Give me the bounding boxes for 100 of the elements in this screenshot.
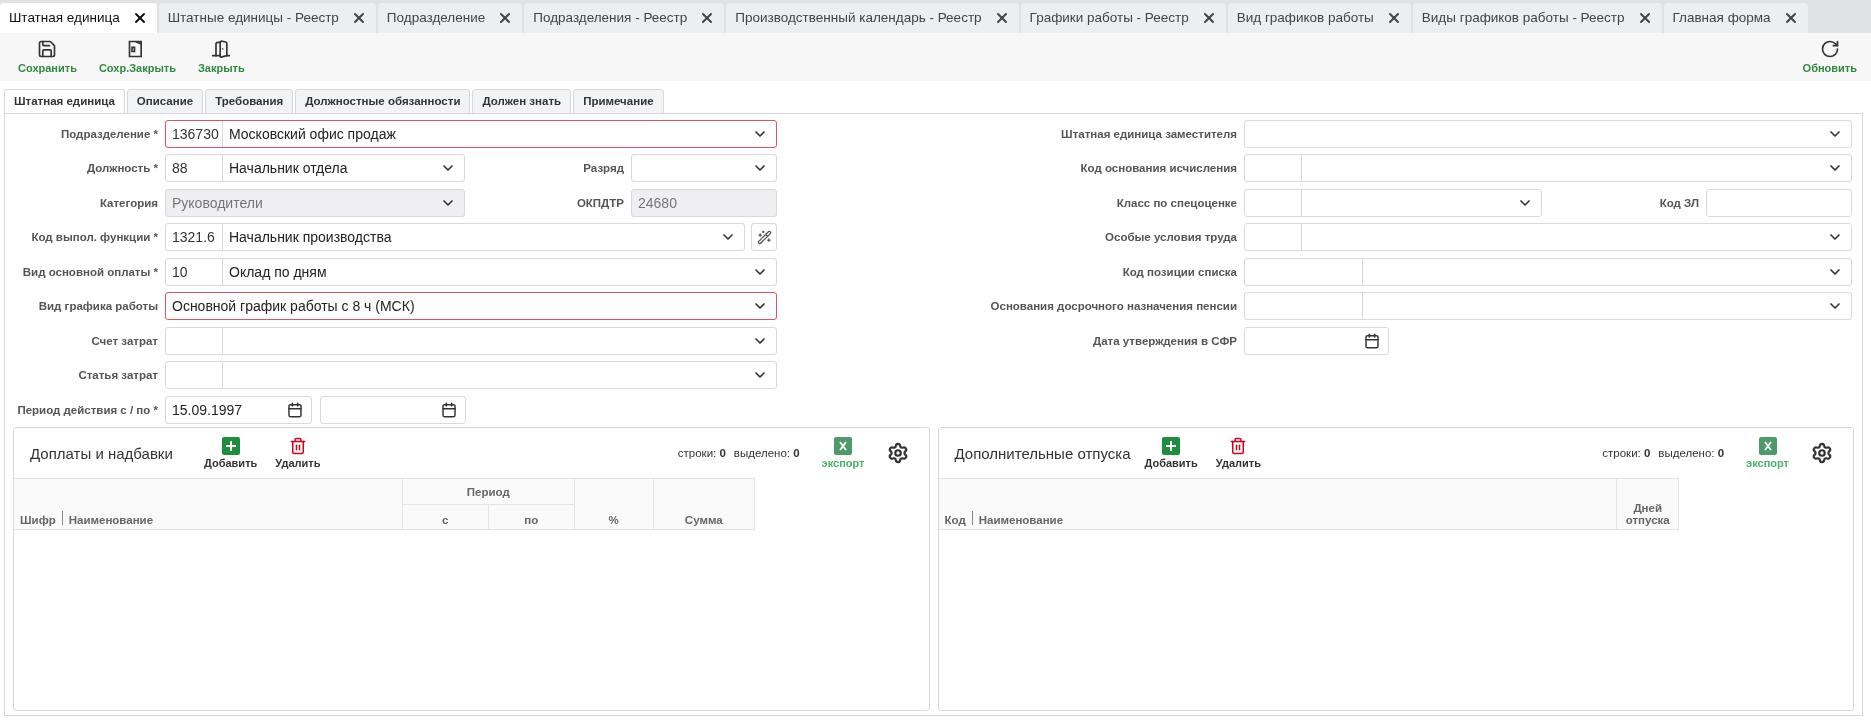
- toolbar-button[interactable]: Сохранить: [18, 39, 77, 75]
- field-label: Статья затрат: [77, 369, 159, 382]
- tab-title: Главная форма: [1672, 10, 1771, 26]
- tab-title: Подразделение: [386, 10, 486, 26]
- document-tab[interactable]: Виды графиков работы - Реестр: [1412, 3, 1662, 33]
- field-label: Штатная единица заместителя: [1060, 127, 1238, 140]
- tab-title: Штатные единицы - Реестр: [167, 10, 339, 26]
- column-header[interactable]: Наименование: [68, 514, 154, 526]
- plus-icon: [1162, 437, 1181, 455]
- form-tab[interactable]: Требования: [205, 88, 294, 114]
- column-header[interactable]: Дней отпуска: [1617, 502, 1679, 526]
- document-tab[interactable]: Штатная единица: [0, 3, 157, 33]
- calendar-icon: [1364, 332, 1380, 349]
- date-field[interactable]: [320, 395, 466, 424]
- document-tab[interactable]: Производственный календарь - Реестр: [726, 3, 1019, 33]
- field-label: Счет затрат: [90, 334, 159, 347]
- code-select-field[interactable]: [1244, 154, 1852, 183]
- tab-title: Подразделения - Реестр: [533, 10, 688, 26]
- trash-icon: [1229, 437, 1248, 455]
- field-value: Оклад по дням: [229, 263, 327, 280]
- field-label: Период действия с / по *: [16, 403, 159, 416]
- code-select-field[interactable]: 136730 Московский офис продаж: [165, 119, 777, 148]
- code-select-field[interactable]: [165, 326, 777, 355]
- code-value: 1321.6: [172, 229, 215, 246]
- settings-icon[interactable]: [1811, 442, 1833, 464]
- panel-title: Доплаты и надбавки: [30, 444, 174, 462]
- code-select-field[interactable]: 88 Начальник отдела: [165, 154, 465, 183]
- save-icon: [37, 39, 58, 60]
- selected-count: выделено: 0: [1658, 447, 1725, 459]
- form-tab[interactable]: Описание: [126, 88, 204, 114]
- spreadsheet-icon: [1758, 437, 1777, 455]
- code-select-field[interactable]: [1244, 257, 1852, 286]
- select-field[interactable]: Основной график работы с 8 ч (МСК): [165, 292, 777, 321]
- form-tab[interactable]: Должностные обязанности: [295, 88, 471, 114]
- document-tab[interactable]: Штатные единицы - Реестр: [158, 3, 376, 33]
- plus-icon: [221, 437, 240, 455]
- panel-button[interactable]: Добавить: [1144, 437, 1198, 469]
- column-header[interactable]: Сумма: [684, 514, 723, 526]
- code-select-field[interactable]: [1244, 223, 1852, 252]
- panel-button[interactable]: Удалить: [1215, 437, 1261, 469]
- field-label: Класс по спецоценке: [1115, 196, 1238, 209]
- tab-title: Графики работы - Реестр: [1029, 10, 1189, 26]
- field-label: Вид основной оплаты *: [21, 265, 159, 278]
- field-label: Разряд: [582, 162, 625, 175]
- date-field[interactable]: [1244, 326, 1389, 355]
- code-value: 136730: [172, 125, 219, 142]
- form-tab[interactable]: Штатная единица: [4, 88, 125, 114]
- field-value: 24680: [638, 194, 677, 211]
- code-select-field[interactable]: [1244, 292, 1852, 321]
- door-icon: [211, 39, 232, 60]
- magic-wand-icon: [756, 229, 772, 245]
- tab-title: Вид графиков работы: [1236, 10, 1374, 26]
- code-select-field[interactable]: 1321.6 Начальник производства: [165, 223, 745, 252]
- document-tab[interactable]: Главная форма: [1663, 3, 1808, 33]
- column-header[interactable]: %: [608, 514, 619, 526]
- column-group-header: Период: [466, 485, 510, 498]
- column-header[interactable]: по: [524, 514, 539, 526]
- select-field[interactable]: [631, 154, 777, 183]
- field-label: Вид графика работы: [37, 300, 159, 313]
- tab-title: Виды графиков работы - Реестр: [1421, 10, 1625, 26]
- panel-title: Дополнительные отпуска: [954, 444, 1131, 462]
- row-count: строки: 0: [677, 447, 726, 459]
- code-value: 10: [172, 263, 188, 280]
- code-select-field[interactable]: [165, 361, 777, 390]
- form-tab[interactable]: Примечание: [573, 88, 664, 114]
- column-header[interactable]: с: [442, 514, 449, 526]
- column-header[interactable]: Код: [944, 514, 966, 526]
- field-label: Особые условия труда: [1104, 231, 1238, 244]
- row-count: строки: 0: [1602, 447, 1651, 459]
- toolbar-button[interactable]: Обновить: [1802, 39, 1857, 75]
- panel-button[interactable]: Добавить: [204, 437, 258, 469]
- document-tab[interactable]: Графики работы - Реестр: [1020, 3, 1226, 33]
- text-field[interactable]: [1706, 188, 1852, 217]
- document-tab[interactable]: Подразделения - Реестр: [524, 3, 725, 33]
- field-label: Подразделение *: [59, 127, 159, 140]
- tab-title: Штатная единица: [9, 10, 120, 26]
- field-label: Категория: [98, 196, 159, 209]
- column-header[interactable]: Наименование: [978, 514, 1064, 526]
- field-label: Код основания исчисления: [1079, 162, 1238, 175]
- code-select-field[interactable]: 10 Оклад по дням: [165, 257, 777, 286]
- select-field[interactable]: [1244, 119, 1852, 148]
- wand-button[interactable]: [751, 223, 777, 252]
- field-value: Основной график работы с 8 ч (МСК): [172, 298, 415, 315]
- calendar-icon: [441, 401, 457, 418]
- toolbar-button[interactable]: Закрыть: [197, 39, 245, 75]
- document-tab[interactable]: Подразделение: [377, 3, 523, 33]
- field-label: Код позиции списка: [1121, 265, 1238, 278]
- field-value: 15.09.1997: [172, 401, 243, 418]
- field-label: Должность *: [85, 162, 159, 175]
- field-value: Начальник производства: [229, 229, 392, 246]
- form-tab[interactable]: Должен знать: [472, 88, 572, 114]
- toolbar-button[interactable]: Сохр.Закрыть: [98, 39, 176, 75]
- date-field[interactable]: 15.09.1997: [165, 395, 312, 424]
- settings-icon[interactable]: [886, 442, 909, 464]
- document-tab[interactable]: Вид графиков работы: [1227, 3, 1411, 33]
- tab-title: Производственный календарь - Реестр: [735, 10, 982, 26]
- trash-icon: [288, 437, 307, 455]
- code-select-field[interactable]: [1244, 188, 1542, 217]
- column-header[interactable]: Шифр: [20, 514, 56, 526]
- panel-button[interactable]: Удалить: [275, 437, 321, 469]
